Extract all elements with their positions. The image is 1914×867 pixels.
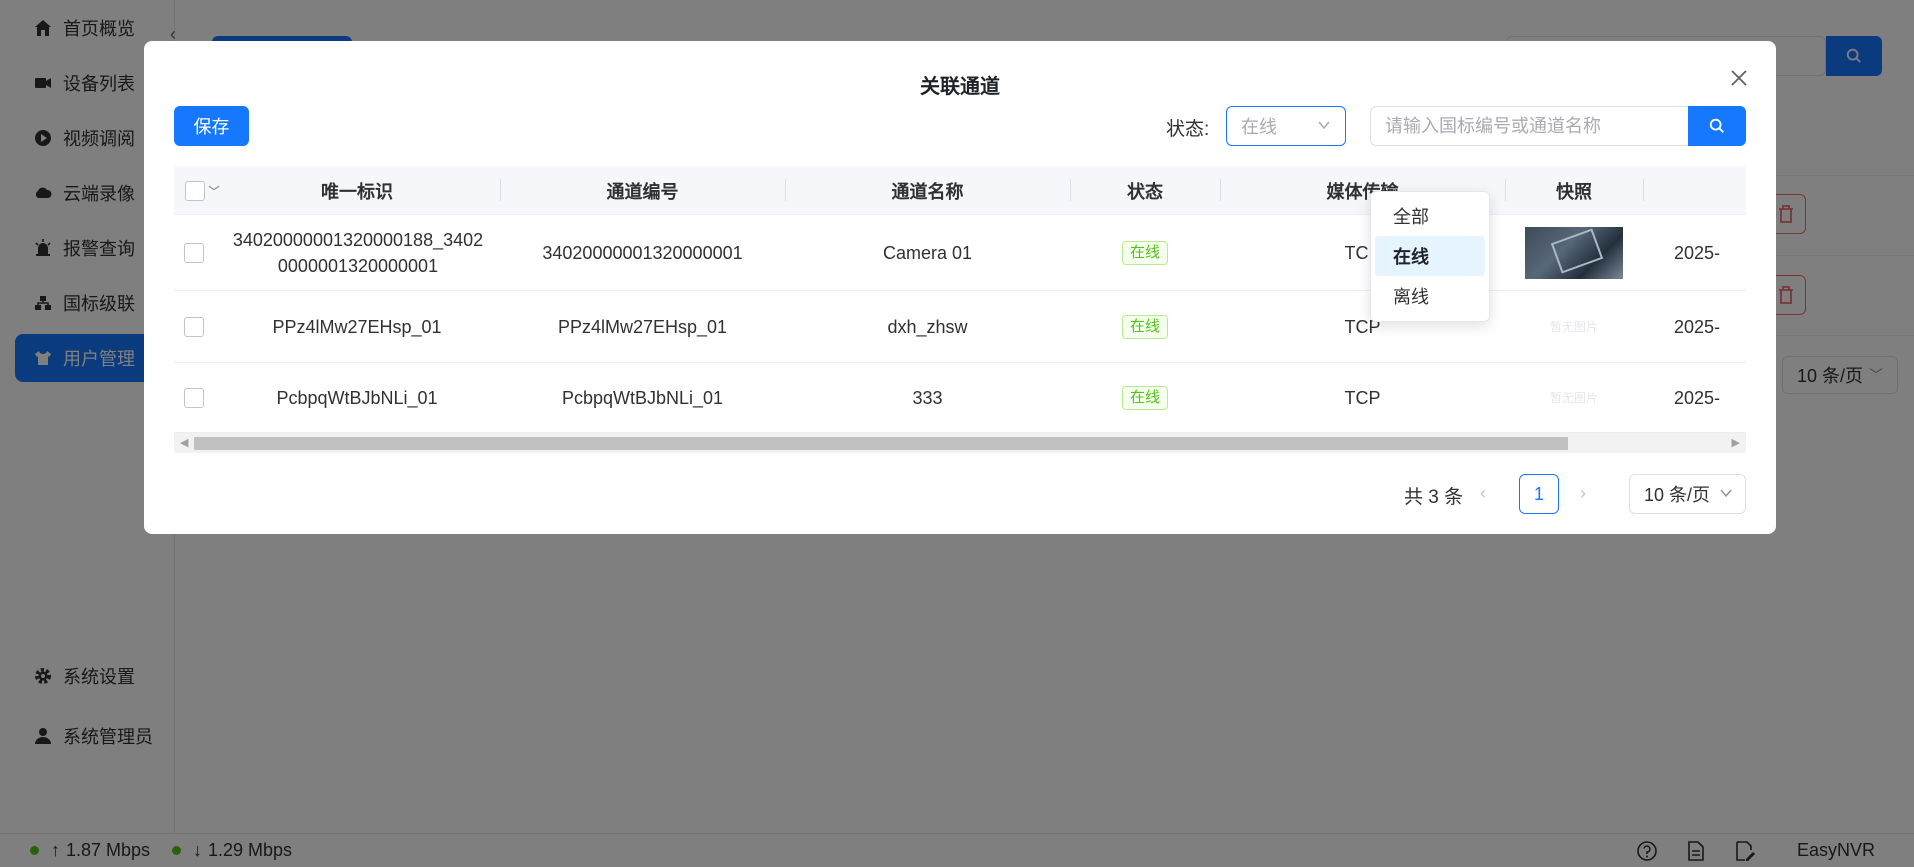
pagination-total: 共 3 条 xyxy=(1404,487,1464,508)
status-badge: 在线 xyxy=(1121,240,1168,265)
page-size-label: 10 条/页 xyxy=(1644,485,1711,505)
row-checkbox-cell xyxy=(174,215,214,290)
close-icon[interactable] xyxy=(1726,65,1752,91)
row-checkbox-cell xyxy=(174,363,214,432)
snapshot-placeholder: 暂无图片 xyxy=(1549,319,1598,334)
dialog-title: 关联通道 xyxy=(920,76,1000,98)
save-button[interactable]: 保存 xyxy=(174,106,249,146)
snapshot-placeholder: 暂无图片 xyxy=(1549,390,1598,405)
status-select-value: 在线 xyxy=(1241,117,1277,137)
status-option-online[interactable]: 在线 xyxy=(1375,236,1485,276)
cell-name: dxh_zhsw xyxy=(887,316,968,337)
column-header-uid: 唯一标识 xyxy=(321,181,393,202)
row-checkbox-cell xyxy=(174,291,214,362)
cell-name: 333 xyxy=(912,387,943,408)
cell-status: 在线 xyxy=(1070,363,1220,432)
row-checkbox[interactable] xyxy=(184,316,204,337)
cell-time: 2025- xyxy=(1674,316,1721,337)
column-divider xyxy=(1643,179,1644,201)
status-filter-label: 状态: xyxy=(1166,119,1210,140)
chevron-down-icon xyxy=(1318,121,1330,130)
column-header-snapshot: 快照 xyxy=(1556,181,1592,202)
select-all-checkbox[interactable] xyxy=(184,180,205,201)
status-select[interactable]: 在线 xyxy=(1226,106,1346,146)
cell-uid: 34020000001320000188_3402000000132000000… xyxy=(232,229,484,276)
status-option-offline[interactable]: 离线 xyxy=(1375,276,1485,316)
scrollbar-thumb[interactable] xyxy=(194,437,1568,450)
channel-table: ﹀ 唯一标识 通道编号 通道名称 状态 媒体传输 快照 340200000013… xyxy=(174,166,1746,453)
cell-code: 34020000001320000001 xyxy=(542,242,743,263)
channel-search-button[interactable] xyxy=(1688,106,1746,146)
cell-uid: PcbpqWtBJbNLi_01 xyxy=(276,387,438,408)
cell-snapshot: 暂无图片 xyxy=(1505,291,1643,362)
cell-transport: TCP xyxy=(1344,387,1381,408)
row-checkbox[interactable] xyxy=(184,387,204,408)
status-badge: 在线 xyxy=(1121,385,1168,410)
column-header-code: 通道编号 xyxy=(606,181,679,202)
search-icon xyxy=(1709,118,1724,133)
chevron-right-icon[interactable]: › xyxy=(1580,483,1586,504)
cell-code: PcbpqWtBJbNLi_01 xyxy=(561,387,724,408)
chevron-down-icon xyxy=(1720,489,1732,498)
cell-time: 2025- xyxy=(1674,242,1721,263)
page-size-select[interactable]: 10 条/页 xyxy=(1629,474,1746,514)
cell-uid: PPz4lMw27EHsp_01 xyxy=(272,316,442,337)
column-header-status: 状态 xyxy=(1127,181,1163,202)
cell-status: 在线 xyxy=(1070,291,1220,362)
cell-code: PPz4lMw27EHsp_01 xyxy=(557,316,728,337)
table-row[interactable]: PPz4lMw27EHsp_01 PPz4lMw27EHsp_01 dxh_zh… xyxy=(174,291,1746,363)
cell-status: 在线 xyxy=(1070,215,1220,290)
status-dropdown-menu: 全部 在线 离线 xyxy=(1370,191,1490,322)
cell-snapshot: 暂无图片 xyxy=(1505,363,1643,432)
cell-name: Camera 01 xyxy=(882,242,973,263)
cell-snapshot xyxy=(1505,215,1643,290)
row-checkbox[interactable] xyxy=(184,242,204,263)
table-header: ﹀ 唯一标识 通道编号 通道名称 状态 媒体传输 快照 xyxy=(174,166,1746,215)
scroll-left-icon[interactable]: ◀ xyxy=(180,436,188,449)
cell-time: 2025- xyxy=(1674,387,1721,408)
chevron-left-icon[interactable]: ‹ xyxy=(1480,483,1486,504)
scroll-right-icon[interactable]: ▶ xyxy=(1732,436,1740,449)
channel-search-input[interactable] xyxy=(1370,106,1688,146)
page-number-button[interactable]: 1 xyxy=(1519,474,1559,514)
snapshot-thumbnail[interactable] xyxy=(1525,226,1623,279)
status-badge: 在线 xyxy=(1121,314,1168,339)
status-option-all[interactable]: 全部 xyxy=(1375,196,1485,236)
table-row[interactable]: PcbpqWtBJbNLi_01 PcbpqWtBJbNLi_01 333 在线… xyxy=(174,363,1746,433)
column-header-name: 通道名称 xyxy=(891,181,964,202)
associate-channel-dialog: 关联通道 保存 状态: 在线 ﹀ 唯一标识 通道编号 通道名称 状态 媒体传输 … xyxy=(144,41,1776,534)
table-row[interactable]: 34020000001320000188_3402000000132000000… xyxy=(174,215,1746,291)
horizontal-scrollbar[interactable]: ◀ ▶ xyxy=(174,433,1746,453)
